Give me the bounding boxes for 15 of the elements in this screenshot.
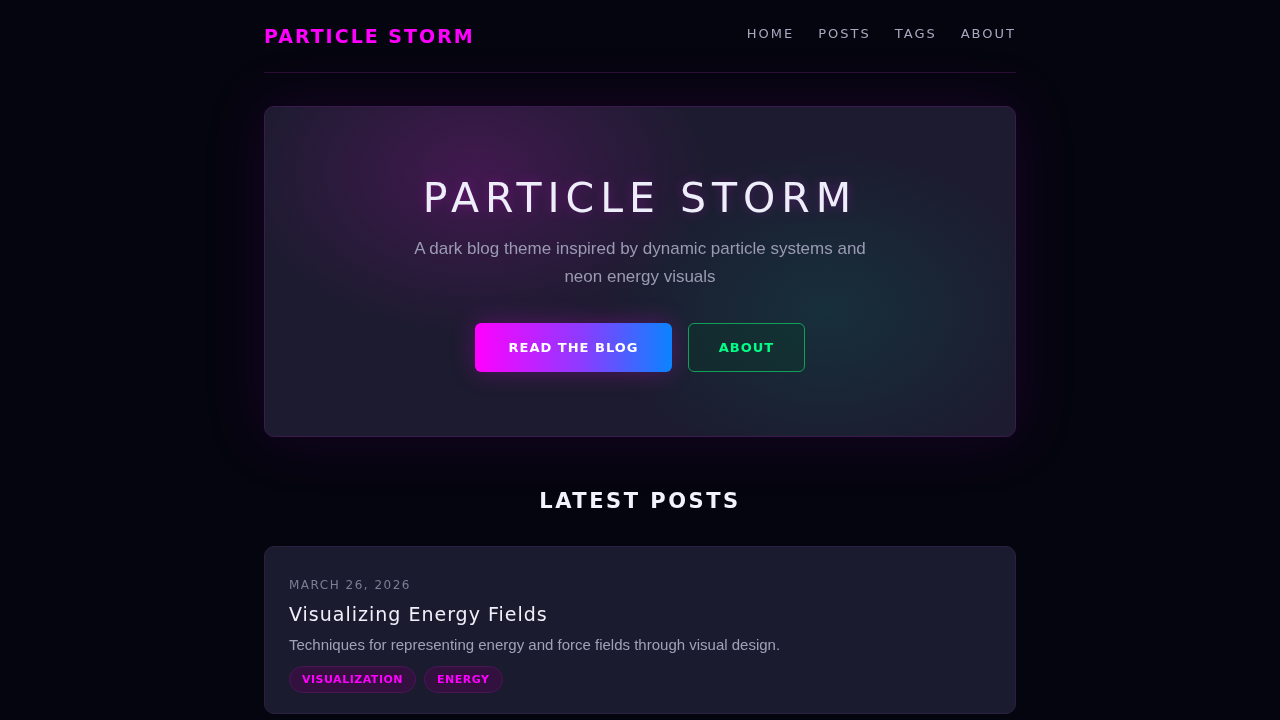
tag-chip[interactable]: ENERGY	[424, 666, 503, 693]
nav-link[interactable]: HOME	[746, 25, 795, 43]
post-title-link[interactable]: Visualizing Energy Fields	[289, 602, 548, 626]
nav-link[interactable]: ABOUT	[960, 25, 1016, 43]
site-logo[interactable]: PARTICLE STORM	[264, 24, 475, 48]
tag-chip[interactable]: VISUALIZATION	[289, 666, 417, 693]
section-heading: LATEST POSTS	[538, 488, 742, 514]
hero-subtitle: A dark blog theme inspired by dynamic particle systems and neon energy visuals	[413, 238, 867, 288]
read-blog-button[interactable]: READ THE BLOG	[475, 323, 672, 372]
post-excerpt: Techniques for representing energy and force fields through visual design.	[289, 635, 782, 655]
nav-link[interactable]: TAGS	[894, 25, 937, 43]
post-date: MARCH 26, 2026	[289, 577, 412, 593]
about-button[interactable]: ABOUT	[688, 323, 805, 372]
hero-title: PARTICLE STORM	[421, 173, 859, 223]
nav-link[interactable]: POSTS	[818, 25, 871, 43]
